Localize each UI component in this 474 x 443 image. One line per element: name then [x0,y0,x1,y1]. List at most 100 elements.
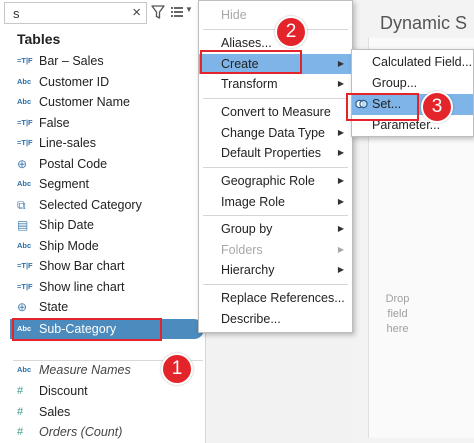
field-label: Show Bar chart [39,259,125,273]
field-orders-count[interactable]: # Orders (Count) [0,422,205,443]
menu-item-label: Describe... [221,311,281,326]
tables-heading: Tables [17,31,61,47]
menu-item-label: Default Properties [221,146,322,160]
boolean-type-icon: =T|F [17,117,33,127]
menu-item-geographic-role[interactable]: Geographic Role ▶ [199,171,352,192]
menu-item-label: Geographic Role [221,174,315,188]
menu-item-convert-to-measure[interactable]: Convert to Measure [199,102,352,123]
field-show-bar-chart[interactable]: =T|F Show Bar chart [0,256,205,277]
field-sales[interactable]: # Sales [0,402,205,423]
submenu-arrow-icon: ▶ [337,127,344,137]
menu-item-calculated-field[interactable]: Calculated Field... [352,52,473,73]
string-type-icon: Abc [17,76,32,86]
menu-item-label: Replace References... [221,291,345,305]
field-label: Segment [39,177,90,191]
field-label: Customer Name [39,95,130,109]
field-bar-sales[interactable]: =T|F Bar – Sales [0,51,205,72]
menu-item-label: Group... [372,76,418,90]
annotation-box-set [346,93,419,121]
menu-item-hide[interactable]: Hide [199,5,352,26]
field-show-line-chart[interactable]: =T|F Show line chart [0,277,205,298]
field-postal-code[interactable]: ⊕ Postal Code [0,154,205,175]
annotation-box-create [200,50,302,74]
submenu-arrow-icon: ▶ [337,58,344,68]
field-label: Ship Date [39,218,94,232]
clear-search-icon[interactable]: × [132,4,141,21]
menu-item-label: Transform [221,77,278,91]
field-label: Bar – Sales [39,54,104,68]
menu-item-label: Change Data Type [221,125,326,140]
step-marker-3: 3 [421,91,453,123]
field-customer-id[interactable]: Abc Customer ID [0,72,205,93]
menu-item-default-properties[interactable]: Default Properties ▶ [199,143,352,164]
field-label: Show line chart [39,279,125,294]
menu-item-label: Hierarchy [221,263,275,277]
globe-icon: ⊕ [17,300,28,314]
boolean-type-icon: =T|F [17,261,33,270]
menu-item-image-role[interactable]: Image Role ▶ [199,192,352,213]
menu-separator [203,284,348,285]
field-label: Sales [39,404,71,419]
field-selected-category[interactable]: ⧉ Selected Category [0,195,205,216]
calendar-icon: ▤ [17,218,29,232]
field-label: Line-sales [39,136,96,150]
submenu-arrow-icon: ▶ [337,244,344,254]
menu-item-hierarchy[interactable]: Hierarchy ▶ [199,260,352,281]
submenu-arrow-icon: ▶ [337,79,344,88]
menu-separator [203,98,348,99]
menu-item-transform[interactable]: Transform ▶ [199,74,352,95]
field-ship-mode[interactable]: Abc Ship Mode [0,236,205,257]
drop-hint-line: here [386,323,409,335]
field-label: False [39,115,70,130]
field-customer-name[interactable]: Abc Customer Name [0,92,205,113]
menu-item-change-data-type[interactable]: Change Data Type ▶ [199,123,352,144]
step-marker-2: 2 [275,16,307,48]
menu-separator [203,215,348,216]
menu-item-replace-references[interactable]: Replace References... [199,288,352,309]
field-label: Customer ID [39,74,110,89]
menu-item-label: Image Role [221,194,285,209]
submenu-arrow-icon: ▶ [337,224,344,233]
string-type-icon: Abc [17,179,32,188]
number-type-icon: # [17,426,24,438]
submenu-arrow-icon: ▶ [337,196,344,206]
field-label: Orders (Count) [39,425,123,439]
field-label: Discount [39,384,88,398]
submenu-arrow-icon: ▶ [337,265,344,274]
annotation-box-sub-category [12,318,162,341]
field-segment[interactable]: Abc Segment [0,174,205,195]
boolean-type-icon: =T|F [17,281,33,291]
globe-icon: ⊕ [17,156,28,171]
field-label: Measure Names [39,363,131,377]
field-label: Selected Category [39,197,142,212]
chevron-down-icon[interactable]: ▼ [185,5,193,14]
string-type-icon: Abc [17,365,32,374]
number-type-icon: # [17,385,24,397]
string-type-icon: Abc [17,97,32,106]
menu-item-describe[interactable]: Describe... [199,309,352,330]
number-type-icon: # [17,405,24,418]
menu-item-label: Folders [221,242,263,257]
menu-item-label: Group by [221,222,273,236]
boolean-type-icon: =T|F [17,56,33,65]
set-icon: ⧉ [17,197,26,212]
string-type-icon: Abc [17,240,32,250]
field-search-input[interactable]: s × [4,2,147,24]
sheet-title: Dynamic S [380,13,468,33]
menu-item-group[interactable]: Group... [352,73,473,94]
menu-item-folders[interactable]: Folders ▶ [199,240,352,261]
field-false[interactable]: =T|F False [0,113,205,134]
menu-item-group-by[interactable]: Group by ▶ [199,219,352,240]
submenu-arrow-icon: ▶ [337,176,344,185]
drop-hint-line: field [387,308,408,320]
field-line-sales[interactable]: =T|F Line-sales [0,133,205,154]
filter-icon[interactable] [151,4,165,20]
field-ship-date[interactable]: ▤ Ship Date [0,215,205,236]
drop-field-hint[interactable]: Drop field here [380,292,415,337]
field-state[interactable]: ⊕ State [0,297,205,318]
search-value: s [13,6,20,21]
boolean-type-icon: =T|F [17,138,33,147]
menu-item-label: Calculated Field... [372,55,473,69]
field-label: Postal Code [39,156,108,171]
view-options-icon[interactable] [171,6,183,18]
